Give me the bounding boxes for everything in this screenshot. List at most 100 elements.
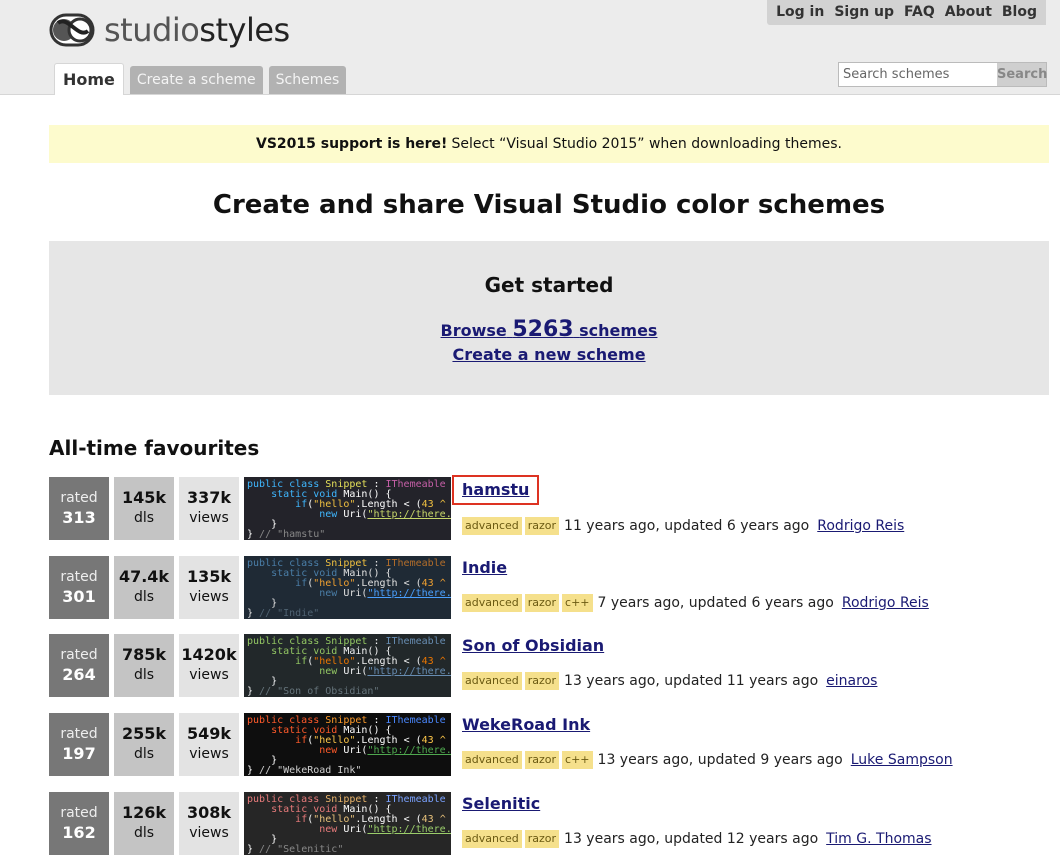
rating-value: 162 [62, 823, 96, 842]
scheme-name-link[interactable]: WekeRoad Ink [462, 715, 590, 735]
faq-link[interactable]: FAQ [899, 0, 940, 25]
get-started-panel: Get started Browse 5263 schemes Create a… [49, 241, 1049, 395]
logo-icon [49, 13, 95, 47]
scheme-time: 7 years ago, updated 6 years ago [597, 595, 834, 611]
author-link[interactable]: einaros [826, 673, 877, 689]
rating-value: 197 [62, 744, 96, 763]
scheme-row: rated 313 145k dls 337k views public class Sni… [49, 475, 1049, 540]
main-tabs: Home Create a scheme Schemes [54, 63, 352, 95]
tag-badge[interactable]: advanced [462, 830, 522, 848]
tag-badge[interactable]: c++ [562, 594, 593, 612]
scheme-meta: advanced razor 13 years ago, updated 11 ye… [462, 672, 877, 690]
blog-link[interactable]: Blog [996, 0, 1046, 25]
get-started-title: Get started [484, 273, 614, 297]
scheme-name-link[interactable]: Selenitic [462, 794, 540, 814]
scheme-time: 13 years ago, updated 11 years ago [564, 673, 819, 689]
scheme-info: Indie advanced razor c++ 7 years ago, update… [462, 556, 929, 612]
author-link[interactable]: Rodrigo Reis [817, 518, 904, 534]
top-nav: Log in Sign up FAQ About Blog [767, 0, 1046, 25]
search-form: Search [838, 62, 1047, 87]
author-link[interactable]: Tim G. Thomas [826, 831, 931, 847]
views-value: 549k [186, 724, 232, 743]
scheme-preview[interactable]: public class Snippet : IThemeable static… [244, 634, 451, 697]
rating-box: rated 313 [49, 477, 109, 540]
tag-badge[interactable]: advanced [462, 672, 522, 690]
views-box: 135k views [179, 556, 239, 619]
rating-box: rated 264 [49, 634, 109, 697]
favourites-title: All-time favourites [49, 436, 260, 460]
downloads-box: 126k dls [114, 792, 174, 855]
downloads-value: 785k [121, 645, 167, 664]
tag-badge[interactable]: advanced [462, 517, 522, 535]
views-box: 308k views [179, 792, 239, 855]
scheme-preview[interactable]: public class Snippet : IThemeable static… [244, 556, 451, 619]
author-link[interactable]: Rodrigo Reis [842, 595, 929, 611]
tab-schemes[interactable]: Schemes [268, 66, 347, 94]
scheme-meta: advanced razor 11 years ago, updated 6 yea… [462, 517, 904, 535]
scheme-name-link[interactable]: hamstu [451, 475, 540, 505]
scheme-meta: advanced razor c++ 7 years ago, updated 6 y… [462, 594, 929, 612]
tag-badge[interactable]: razor [524, 594, 560, 612]
scheme-preview[interactable]: public class Snippet : IThemeable static… [244, 713, 451, 776]
downloads-value: 126k [121, 803, 167, 822]
rating-value: 313 [62, 508, 96, 527]
page-title: Create and share Visual Studio color sch… [212, 190, 886, 220]
views-box: 549k views [179, 713, 239, 776]
tag-badge[interactable]: advanced [462, 594, 522, 612]
search-button[interactable]: Search [997, 62, 1047, 87]
scheme-info: WekeRoad Ink advanced razor c++ 13 years ago… [462, 713, 953, 769]
downloads-value: 47.4k [118, 567, 170, 586]
logo[interactable]: studiostyles [48, 8, 290, 52]
downloads-box: 47.4k dls [114, 556, 174, 619]
downloads-box: 255k dls [114, 713, 174, 776]
scheme-info: Selenitic advanced razor 13 years ago, upda… [462, 792, 932, 848]
rating-box: rated 197 [49, 713, 109, 776]
views-value: 135k [186, 567, 232, 586]
scheme-row: rated 301 47.4k dls 135k views public class Sn… [49, 556, 1049, 619]
search-input[interactable] [838, 62, 997, 87]
signup-link[interactable]: Sign up [829, 0, 900, 25]
tab-create-scheme[interactable]: Create a scheme [129, 66, 263, 94]
tag-badge[interactable]: razor [524, 751, 560, 769]
tab-home[interactable]: Home [54, 63, 124, 95]
rating-box: rated 162 [49, 792, 109, 855]
rating-box: rated 301 [49, 556, 109, 619]
notice-bold: VS2015 support is here! [256, 136, 448, 152]
rating-value: 301 [62, 587, 96, 606]
scheme-time: 11 years ago, updated 6 years ago [564, 518, 810, 534]
rating-value: 264 [62, 665, 96, 684]
tag-badge[interactable]: c++ [562, 751, 593, 769]
scheme-info: Son of Obsidian advanced razor 13 years ago… [462, 634, 877, 690]
browse-schemes-link[interactable]: Browse 5263 schemes [441, 317, 658, 344]
tag-badge[interactable]: razor [524, 517, 560, 535]
downloads-value: 145k [121, 488, 167, 507]
scheme-info: hamstu advanced razor 11 years ago, updated… [451, 475, 904, 535]
announcement-banner: VS2015 support is here! Select “Visual S… [49, 125, 1049, 163]
scheme-row: rated 264 785k dls 1420k views public class Sn… [49, 634, 1049, 697]
scheme-time: 13 years ago, updated 9 years ago [597, 752, 843, 768]
about-link[interactable]: About [939, 0, 997, 25]
scheme-meta: advanced razor 13 years ago, updated 12 ye… [462, 830, 932, 848]
downloads-box: 145k dls [114, 477, 174, 540]
author-link[interactable]: Luke Sampson [851, 752, 953, 768]
tag-badge[interactable]: advanced [462, 751, 522, 769]
scheme-preview[interactable]: public class Snippet : IThemeable static… [244, 477, 451, 540]
scheme-time: 13 years ago, updated 12 years ago [564, 831, 819, 847]
notice-text: Select “Visual Studio 2015” when downloa… [451, 136, 842, 152]
scheme-preview[interactable]: public class Snippet : IThemeable static… [244, 792, 451, 855]
login-link[interactable]: Log in [767, 0, 830, 25]
scheme-row: rated 162 126k dls 308k views public class Sni… [49, 792, 1049, 855]
views-box: 1420k views [179, 634, 239, 697]
tag-badge[interactable]: razor [524, 830, 560, 848]
views-value: 1420k [181, 645, 237, 664]
downloads-box: 785k dls [114, 634, 174, 697]
downloads-value: 255k [121, 724, 167, 743]
scheme-row: rated 197 255k dls 549k views public class Sni… [49, 713, 1049, 776]
views-box: 337k views [179, 477, 239, 540]
scheme-name-link[interactable]: Son of Obsidian [462, 636, 604, 656]
main-content: VS2015 support is here! Select “Visual S… [0, 125, 1060, 462]
scheme-name-link[interactable]: Indie [462, 558, 507, 578]
tag-badge[interactable]: razor [524, 672, 560, 690]
views-value: 337k [186, 488, 232, 507]
create-scheme-link[interactable]: Create a new scheme [452, 344, 645, 366]
